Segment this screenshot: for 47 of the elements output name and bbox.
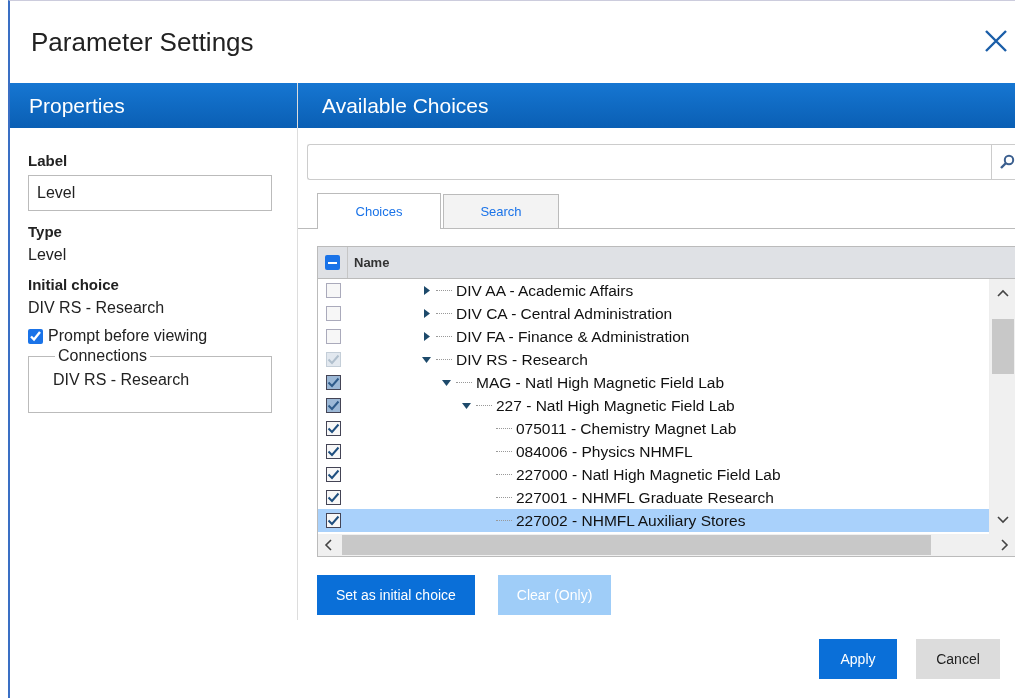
tree-row[interactable]: DIV AA - Academic Affairs <box>318 279 989 302</box>
tree-row[interactable]: DIV FA - Finance & Administration <box>318 325 989 348</box>
scroll-right-icon[interactable] <box>1001 539 1009 551</box>
search-icon[interactable] <box>991 144 1015 180</box>
action-button[interactable]: Set as initial choice <box>317 575 475 615</box>
checkbox[interactable] <box>325 306 341 321</box>
field-label: Initial choice <box>28 276 120 293</box>
cancel-button[interactable]: Cancel <box>916 639 1000 679</box>
tab[interactable]: Search <box>443 194 559 228</box>
scroll-thumb[interactable] <box>991 319 1014 374</box>
label-input[interactable]: Level <box>28 175 272 211</box>
type-value: Level <box>28 246 68 264</box>
tree-item-label: 075011 - Chemistry Magnet Lab <box>516 419 737 438</box>
tab[interactable]: Choices <box>317 193 441 229</box>
search-field[interactable] <box>307 144 991 180</box>
connections-legend: Connections <box>55 347 150 365</box>
tree-item-label: 084006 - Physics NHMFL <box>516 442 693 461</box>
scroll-up-icon[interactable] <box>996 289 1009 297</box>
tree-item-label: DIV FA - Finance & Administration <box>456 327 690 346</box>
checkbox[interactable] <box>325 283 341 298</box>
horizontal-scrollbar[interactable] <box>318 534 1015 556</box>
tree-item-label: DIV RS - Research <box>456 350 588 369</box>
tree-item-label: 227001 - NHMFL Graduate Research <box>516 488 774 507</box>
dialog-title: Parameter Settings <box>31 26 254 58</box>
tree-item-label: DIV CA - Central Administration <box>456 304 673 323</box>
prompt-checkbox[interactable] <box>28 328 43 344</box>
field-label: Type <box>28 223 63 240</box>
tree-item-label: 227002 - NHMFL Auxiliary Stores <box>516 511 746 530</box>
tree-item-label: DIV AA - Academic Affairs <box>456 281 634 300</box>
scroll-down-icon[interactable] <box>996 516 1009 524</box>
connection-item: DIV RS - Research <box>53 371 191 389</box>
checkbox[interactable] <box>325 329 341 344</box>
scroll-left-icon[interactable] <box>324 539 332 551</box>
initial-choice-value: DIV RS - Research <box>28 299 166 317</box>
column-header: Name <box>353 255 390 270</box>
tree-item-label: MAG - Natl High Magnetic Field Lab <box>476 373 725 392</box>
panel-header: Available Choices <box>298 83 1015 128</box>
prompt-label: Prompt before viewing <box>48 327 208 345</box>
tree-item-label: 227 - Natl High Magnetic Field Lab <box>496 396 735 415</box>
select-all-checkbox[interactable] <box>325 255 340 270</box>
vertical-scrollbar[interactable] <box>989 279 1015 534</box>
tree-row[interactable]: DIV CA - Central Administration <box>318 302 989 325</box>
field-label: Label <box>28 152 69 169</box>
panel-header: Properties <box>10 83 297 128</box>
scroll-thumb[interactable] <box>342 535 931 555</box>
tree-item-label: 227000 - Natl High Magnetic Field Lab <box>516 465 781 484</box>
apply-button[interactable]: Apply <box>819 639 897 679</box>
